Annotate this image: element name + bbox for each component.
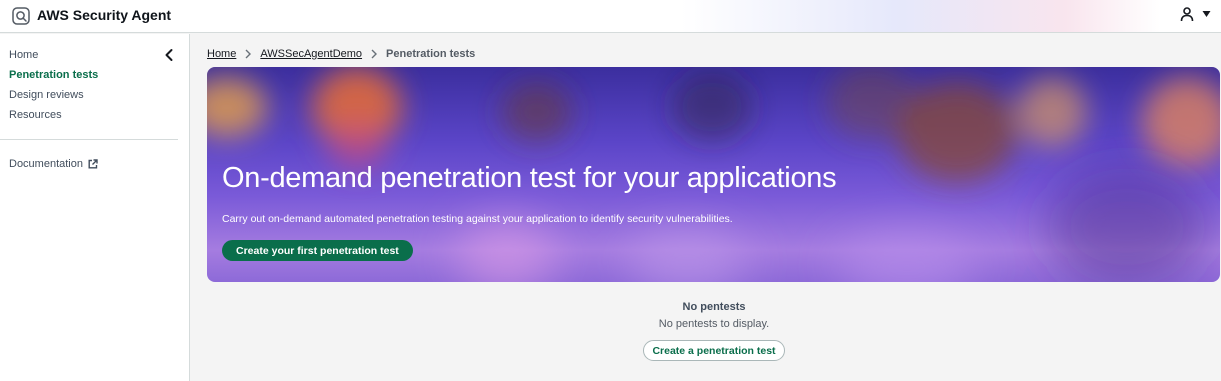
shield-icon[interactable] [11,6,31,26]
hero-title: On-demand penetration test for your appl… [222,162,837,194]
documentation-label[interactable]: Documentation [9,158,83,170]
caret-down-icon[interactable] [1202,10,1211,18]
user-icon[interactable] [1180,6,1194,22]
sidebar-item-home[interactable]: Home [9,49,38,61]
create-pentest-button[interactable]: Create a penetration test [643,340,785,361]
sidebar-item-documentation[interactable]: Documentation [9,158,98,170]
sidebar-item-resources[interactable]: Resources [9,109,62,121]
hero-subtitle: Carry out on-demand automated penetratio… [222,213,733,225]
external-link-icon [88,159,98,169]
empty-state-title: No pentests [682,301,746,313]
sidebar-item-design-reviews[interactable]: Design reviews [9,89,84,101]
create-first-pentest-button[interactable]: Create your first penetration test [222,240,413,261]
chevron-right-icon [371,49,378,59]
chevron-left-icon[interactable] [163,48,175,62]
sidebar-divider [0,139,178,140]
breadcrumb-home[interactable]: Home [207,48,236,60]
empty-state-description: No pentests to display. [658,318,770,330]
breadcrumb-project[interactable]: AWSSecAgentDemo [260,48,362,60]
hero-banner: On-demand penetration test for your appl… [207,67,1220,282]
topbar-decoration [681,0,1161,32]
user-menu[interactable] [1180,6,1211,22]
app-title[interactable]: AWS Security Agent [37,7,171,23]
breadcrumb-current: Penetration tests [386,48,476,60]
chevron-right-icon [245,49,252,59]
top-navigation-bar: AWS Security Agent [0,0,1221,33]
breadcrumb: Home AWSSecAgentDemo Penetration tests [207,48,475,60]
side-navigation: Home Penetration tests Design reviews Re… [0,34,190,381]
sidebar-item-penetration-tests[interactable]: Penetration tests [9,69,98,81]
